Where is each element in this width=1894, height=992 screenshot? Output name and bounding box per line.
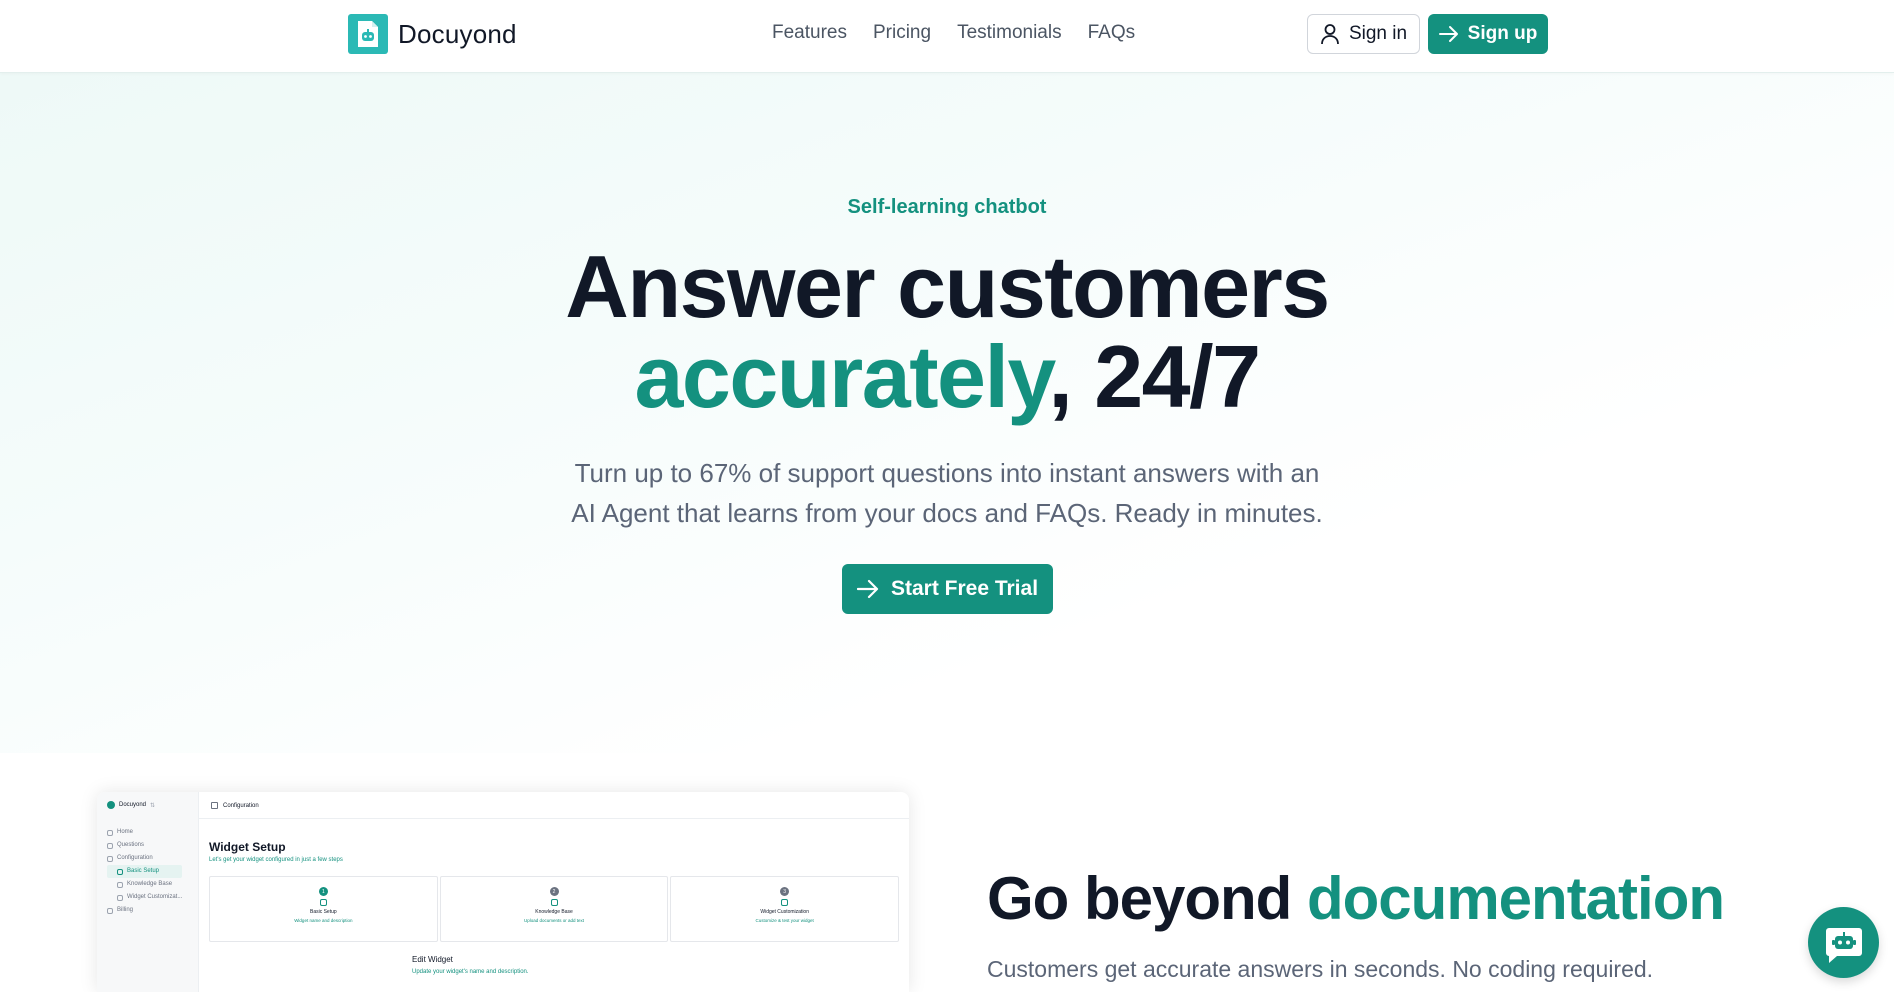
arrow-right-icon: [856, 579, 879, 599]
section-subtitle: Customers get accurate answers in second…: [987, 956, 1654, 982]
main-nav: Features Pricing Testimonials FAQs: [772, 22, 1135, 44]
preview-nav-label: Basic Setup: [127, 868, 160, 874]
preview-edit-title: Edit Widget: [412, 955, 453, 964]
preview-nav-label: Billing: [117, 907, 134, 913]
sign-up-button[interactable]: Sign up: [1428, 14, 1548, 54]
start-free-trial-button[interactable]: Start Free Trial: [842, 564, 1053, 614]
preview-brand-name: Docuyond: [119, 802, 147, 808]
preview-nav-label: Home: [117, 829, 134, 835]
preview-edit-sub: Update your widget's name and descriptio…: [412, 969, 529, 975]
hero-title: Answer customers accurately, 24/7: [0, 242, 1894, 422]
preview-nav-widget-customization: Widget Customizat...: [107, 891, 182, 904]
preview-brand: Docuyond ⇅: [107, 801, 155, 809]
robot-chat-icon: [1825, 927, 1862, 963]
preview-step: 1 Basic Setup Widget name and descriptio…: [209, 876, 438, 942]
step-desc: Widget name and description: [294, 918, 353, 923]
hero-title-line1: Answer customers: [565, 237, 1330, 336]
preview-nav-home: Home: [107, 826, 182, 839]
card-icon: [107, 907, 113, 914]
preview-step: 3 Widget Customization Customize & test …: [670, 876, 900, 942]
preview-sidebar: Docuyond ⇅ Home Questions Configuration …: [97, 792, 199, 992]
preview-nav-billing: Billing: [107, 904, 182, 917]
hero-title-rest: , 24/7: [1048, 327, 1261, 426]
section-title: Go beyond documentation: [987, 865, 1725, 932]
message-icon: [107, 842, 113, 849]
nav-link-faqs[interactable]: FAQs: [1088, 22, 1136, 44]
sign-in-button[interactable]: Sign in: [1307, 14, 1420, 54]
preview-nav-label: Questions: [117, 842, 145, 848]
step-desc: Customize & test your widget: [755, 918, 814, 923]
step-number: 1: [318, 887, 328, 896]
app-preview: Docuyond ⇅ Home Questions Configuration …: [97, 792, 909, 992]
step-desc: Upload documents or add text: [523, 918, 585, 923]
user-icon: [1321, 24, 1339, 45]
panel-icon: [211, 802, 218, 809]
hero-eyebrow: Self-learning chatbot: [847, 196, 1047, 218]
nav-link-pricing[interactable]: Pricing: [873, 22, 931, 44]
preview-logo-icon: [107, 801, 115, 809]
arrow-right-icon: [1438, 26, 1458, 42]
preview-divider: [199, 818, 909, 819]
sign-up-label: Sign up: [1467, 23, 1538, 44]
hero-subtitle: Turn up to 67% of support questions into…: [547, 453, 1347, 533]
hero-subtitle-line2: AI Agent that learns from your docs and …: [571, 498, 1323, 528]
section-title-accent: documentation: [1307, 865, 1725, 932]
step-number: 3: [780, 887, 790, 896]
step-title: Basic Setup: [309, 909, 337, 915]
start-free-trial-label: Start Free Trial: [890, 577, 1039, 600]
site-header: Docuyond Features Pricing Testimonials F…: [0, 0, 1894, 73]
preview-nav-configuration: Configuration: [107, 852, 182, 865]
preview-step: 2 Knowledge Base Upload documents or add…: [439, 876, 669, 942]
preview-nav-label: Configuration: [117, 855, 153, 861]
preview-heading-sub: Let's get your widget configured in just…: [209, 857, 343, 863]
step-title: Knowledge Base: [535, 909, 573, 915]
preview-heading: Widget Setup: [209, 840, 286, 854]
preview-nav-label: Knowledge Base: [127, 881, 173, 887]
gear-icon: [319, 899, 327, 906]
nav-link-testimonials[interactable]: Testimonials: [957, 22, 1062, 44]
preview-nav-basic-setup: Basic Setup: [107, 865, 183, 878]
home-icon: [107, 829, 113, 836]
shield-icon: [781, 899, 789, 906]
preview-nav-label: Widget Customizat...: [127, 894, 183, 900]
preview-topbar-title: Configuration: [223, 802, 259, 809]
preview-nav-knowledge-base: Knowledge Base: [107, 878, 182, 891]
preview-topbar: Configuration: [211, 802, 259, 809]
brand-logo[interactable]: Docuyond: [348, 14, 517, 54]
nav-link-features[interactable]: Features: [772, 22, 847, 44]
gear-icon: [117, 868, 123, 875]
chevron-updown-icon: ⇅: [150, 802, 156, 809]
hero-title-accent: accurately: [634, 327, 1049, 426]
sign-in-label: Sign in: [1348, 23, 1408, 44]
step-title: Widget Customization: [760, 909, 809, 915]
step-number: 2: [549, 887, 559, 896]
gear-icon: [107, 855, 113, 862]
document-bot-icon: [348, 14, 388, 54]
section-title-main: Go beyond: [987, 865, 1307, 932]
book-icon: [550, 899, 558, 906]
preview-steps: 1 Basic Setup Widget name and descriptio…: [209, 876, 900, 942]
book-icon: [117, 881, 123, 888]
preview-nav-questions: Questions: [107, 839, 182, 852]
shield-icon: [117, 894, 123, 901]
brand-name: Docuyond: [398, 18, 517, 49]
preview-nav: Home Questions Configuration Basic Setup…: [107, 826, 183, 917]
chat-widget-button[interactable]: [1808, 907, 1879, 978]
hero-subtitle-line1: Turn up to 67% of support questions into…: [574, 458, 1320, 488]
